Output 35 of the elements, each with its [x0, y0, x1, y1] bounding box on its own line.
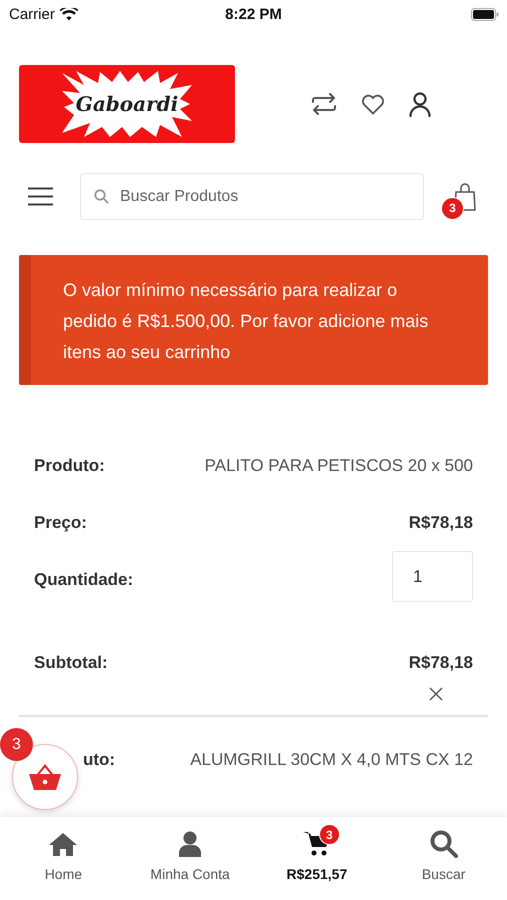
carrier-label: Carrier — [9, 6, 55, 22]
search-field[interactable]: Buscar Produtos — [80, 173, 424, 220]
logo-text: Gaboardi — [76, 92, 178, 116]
field-label: Quantidade: — [34, 569, 134, 591]
count-badge: 3 — [0, 728, 33, 761]
tab-item[interactable]: Home — [0, 817, 127, 900]
cart-count-badge: 3 — [441, 196, 464, 220]
product-name: ALUMGRILL 30CM X 4,0 MTS CX 12 — [190, 749, 473, 771]
quantity-field[interactable]: 1 — [392, 551, 473, 602]
basket-icon — [29, 763, 61, 791]
field-label: Produto: — [34, 455, 105, 477]
price-value: R$78,18 — [408, 512, 473, 534]
search-icon — [430, 830, 458, 858]
menu-icon[interactable] — [28, 187, 53, 206]
product-name: PALITO PARA PETISCOS 20 x 500 — [204, 455, 473, 477]
field-label: Preço: — [34, 512, 87, 534]
brand-logo[interactable]: Gaboardi — [19, 65, 235, 143]
tab-item[interactable]: 3 R$251,57 — [254, 817, 380, 900]
field-label: Subtotal: — [34, 652, 108, 674]
tab-item[interactable]: Minha Conta — [126, 817, 254, 900]
wifi-icon — [60, 8, 78, 20]
compare-icon[interactable] — [311, 93, 337, 115]
search-icon — [94, 189, 109, 204]
heart-icon[interactable] — [361, 94, 385, 114]
home-icon — [49, 832, 78, 856]
battery-icon — [471, 8, 499, 20]
remove-icon[interactable] — [429, 687, 443, 701]
user-icon[interactable] — [409, 92, 431, 116]
clock: 8:22 PM — [225, 6, 282, 22]
minimum-order-alert: O valor mínimo necessário para realizar o pedido é R$1.500,00. Por favor adicione mais itens ao seu carrinho — [19, 255, 488, 385]
tab-item[interactable]: Buscar — [380, 817, 507, 900]
price-value: R$78,18 — [408, 652, 473, 674]
field-label: uto: — [82, 749, 116, 771]
user-icon — [179, 831, 202, 857]
cart-count-badge: 3 — [318, 824, 340, 845]
